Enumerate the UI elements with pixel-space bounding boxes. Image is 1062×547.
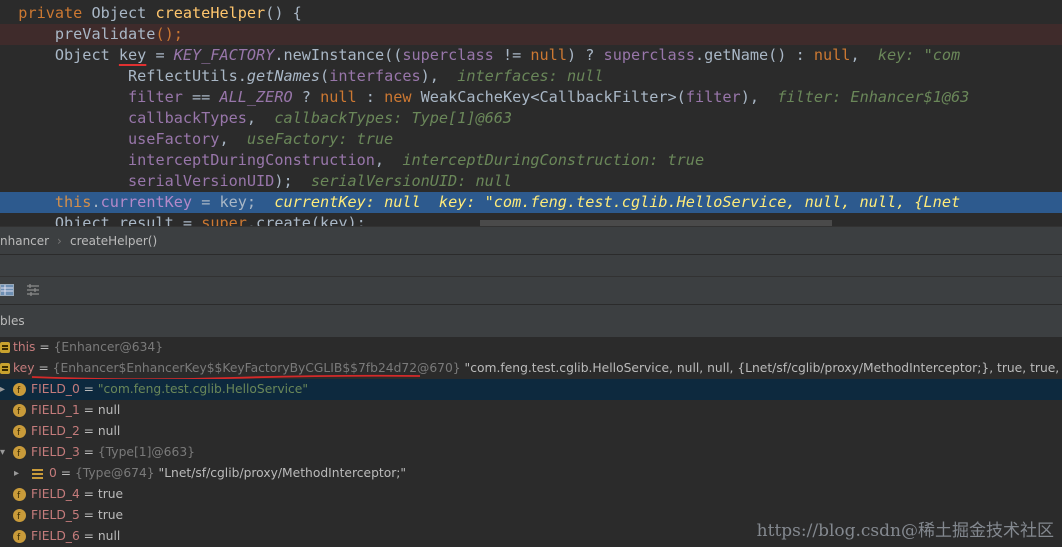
panel-title: bles [0,314,25,328]
code-line-1: private Object createHelper() { [18,4,302,22]
settings-icon[interactable] [26,283,40,297]
debugger-tabs-bar [0,254,1062,277]
breadcrumb: nhancer › createHelper() [0,226,1062,255]
array-item-icon [32,469,43,479]
code-line-8: interceptDuringConstruction, interceptDu… [128,151,705,169]
watermark: https://blog.csdn@稀土掘金技术社区 [756,521,1054,541]
debugger-toolbar [0,276,1062,305]
code-line-3: Object key = KEY_FACTORY.newInstance((su… [54,46,961,64]
tree-row-field-4[interactable]: f FIELD_4 = true [0,484,1062,505]
breadcrumb-item-class[interactable]: nhancer [0,234,49,248]
tree-row-this[interactable]: this = {Enhancer@634} [0,337,1062,358]
code-line-4: ReflectUtils.getNames(interfaces), inter… [128,67,604,85]
tree-row-field-3-item-0[interactable]: ▸ 0 = {Type@674} "Lnet/sf/cglib/proxy/Me… [0,463,1062,484]
tree-row-field-0[interactable]: ▸ f FIELD_0 = "com.feng.test.cglib.Hello… [0,379,1062,400]
tree-row-field-2[interactable]: f FIELD_2 = null [0,421,1062,442]
breadcrumb-item-method[interactable]: createHelper() [70,234,157,248]
code-line-6: callbackTypes, callbackTypes: Type[1]@66… [128,109,513,127]
key-variable: key [118,46,147,64]
field-icon: f [13,425,26,438]
variables-panel-header: bles [0,304,1062,338]
field-icon: f [13,383,26,396]
field-icon: f [13,446,26,459]
field-icon: f [13,530,26,543]
code-editor[interactable]: private Object createHelper() { preValid… [0,0,1062,226]
tree-row-field-3[interactable]: ▾ f FIELD_3 = {Type[1]@663} [0,442,1062,463]
tree-row-field-1[interactable]: f FIELD_1 = null [0,400,1062,421]
code-line-7: useFactory, useFactory: true [128,130,394,148]
field-icon: f [13,509,26,522]
code-line-9: serialVersionUID); serialVersionUID: nul… [128,172,513,190]
breadcrumb-separator: › [57,234,62,248]
code-line-2: preValidate(); [0,24,1062,45]
table-icon[interactable] [0,283,14,297]
code-line-5: filter == ALL_ZERO ? null : new WeakCach… [128,88,970,106]
field-icon: f [13,404,26,417]
code-line-10-current: this.currentKey = key; currentKey: null … [0,192,1062,213]
expand-arrow-icon[interactable]: ▸ [0,379,5,400]
collapse-arrow-icon[interactable]: ▾ [0,442,5,463]
field-icon: f [13,488,26,501]
expand-arrow-icon[interactable]: ▸ [14,463,19,484]
